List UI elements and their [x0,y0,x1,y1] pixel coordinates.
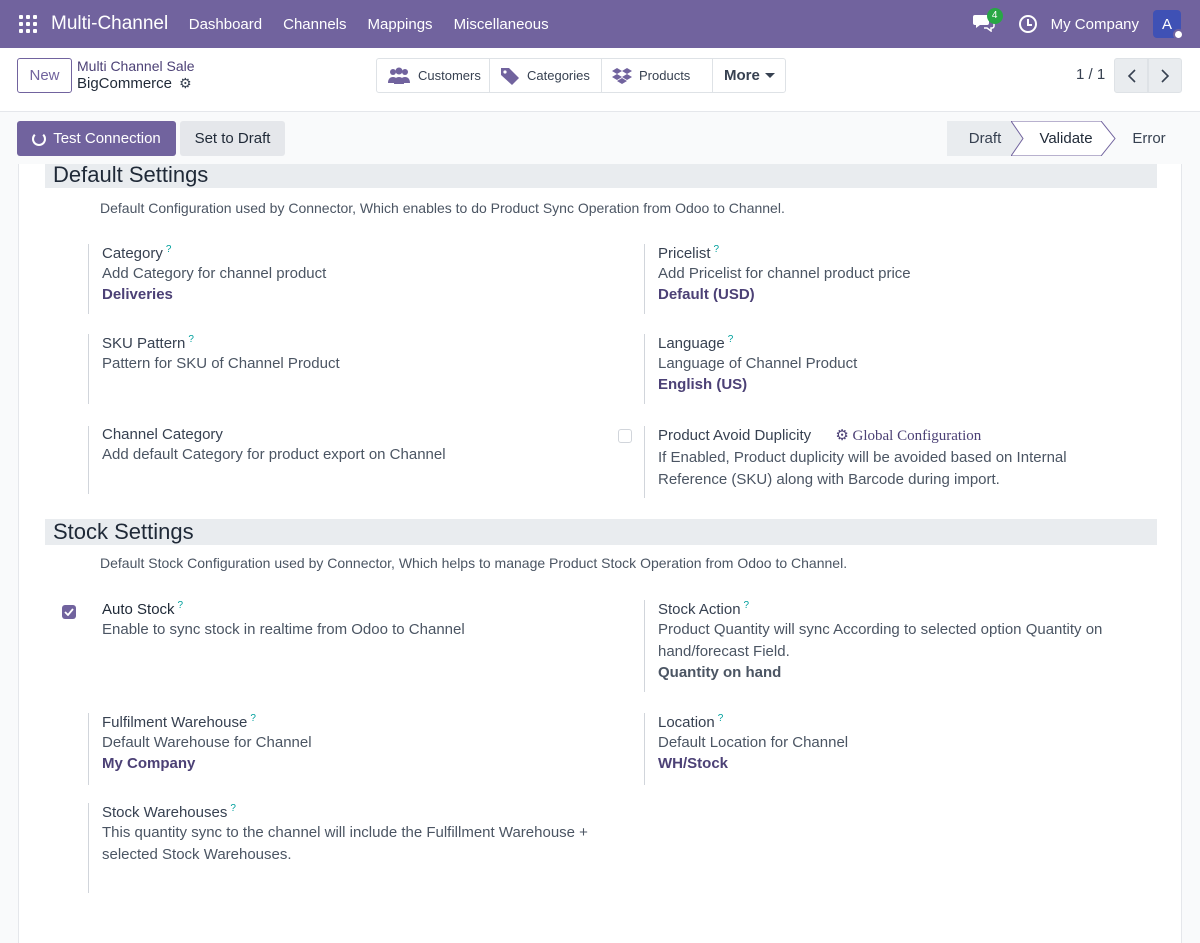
gear-icon[interactable]: ⚙ [179,75,192,92]
stock-warehouses-help: This quantity sync to the channel will i… [102,824,588,863]
avoid-duplicity-label: Product Avoid Duplicity ⚙ Global Configu… [658,427,982,444]
category-help: Add Category for channel product [102,265,327,282]
smart-buttons: Customers Categories Products More [376,58,786,93]
tag-icon [500,67,520,85]
global-configuration-link[interactable]: ⚙ Global Configuration [835,428,981,444]
pager-previous-button[interactable] [1114,58,1148,93]
customers-label: Customers [418,68,481,83]
chat-icon[interactable]: 4 [972,8,1003,36]
pricelist-label: Pricelist? [658,244,720,262]
sku-pattern-help: Pattern for SKU of Channel Product [102,355,340,372]
pricelist-field: Pricelist? Add Pricelist for channel pro… [644,244,1144,314]
top-navbar: Multi-Channel Dashboard Channels Mapping… [0,0,1200,48]
avoid-duplicity-help: If Enabled, Product duplicity will be av… [658,449,1067,488]
location-help: Default Location for Channel [658,734,849,751]
channel-category-label: Channel Category [102,426,223,443]
stock-action-value[interactable]: Quantity on hand [658,664,1144,681]
nav-miscellaneous[interactable]: Miscellaneous [443,16,559,33]
stock-action-field: Stock Action? Product Quantity will sync… [644,600,1144,692]
avatar-initial: A [1161,15,1172,33]
stock-warehouses-field: Stock Warehouses? This quantity sync to … [88,803,608,893]
test-connection-button[interactable]: Test Connection [17,121,176,156]
chevron-right-icon [1160,68,1169,83]
stock-settings-title: Stock Settings [45,519,1157,545]
nav-mappings[interactable]: Mappings [357,16,443,33]
fulfilment-warehouse-help: Default Warehouse for Channel [102,734,312,751]
channel-category-help: Add default Category for product export … [102,446,446,463]
auto-stock-help: Enable to sync stock in realtime from Od… [102,621,465,638]
refresh-icon [32,131,47,146]
stage-error[interactable]: Error [1115,121,1183,156]
checkmark-icon [64,608,74,616]
language-help: Language of Channel Product [658,355,858,372]
new-button[interactable]: New [17,58,72,93]
test-connection-label: Test Connection [53,130,161,147]
dropbox-icon [612,67,632,85]
more-dropdown[interactable]: More [713,59,785,92]
stock-action-help: Product Quantity will sync According to … [658,621,1103,660]
chat-count-badge: 4 [986,8,1003,24]
nav-right: 4 My Company A [972,0,1200,48]
users-icon [387,67,411,85]
stage-pipeline: Draft Validate Error [947,121,1183,156]
stock-settings-desc: Default Stock Configuration used by Conn… [100,555,848,571]
caret-down-icon [764,73,775,78]
stock-warehouses-label: Stock Warehouses? [102,803,236,821]
sku-pattern-label: SKU Pattern? [102,334,194,352]
stock-action-label: Stock Action? [658,600,750,618]
pager-value: 1 / 1 [1076,66,1106,83]
products-smart-button[interactable]: Products [602,59,713,92]
category-value[interactable]: Deliveries [102,286,608,303]
auto-stock-field: Auto Stock? Enable to sync stock in real… [88,600,608,670]
control-panel: New Multi Channel Sale BigCommerce ⚙ Cus… [0,48,1200,112]
app-brand[interactable]: Multi-Channel [51,13,168,35]
apps-grid-icon[interactable] [19,15,37,33]
pricelist-help: Add Pricelist for channel product price [658,265,911,282]
customers-smart-button[interactable]: Customers [377,59,490,92]
status-dot-icon [1173,29,1184,40]
set-to-draft-button[interactable]: Set to Draft [180,121,285,156]
fulfilment-warehouse-field: Fulfilment Warehouse? Default Warehouse … [88,713,608,785]
nav-channels[interactable]: Channels [273,16,357,33]
default-settings-title: Default Settings [45,164,1157,188]
record-name: BigCommerce [77,75,173,92]
location-field: Location? Default Location for Channel W… [644,713,1144,785]
products-label: Products [639,68,691,83]
auto-stock-label: Auto Stock? [102,600,184,618]
fulfilment-warehouse-label: Fulfilment Warehouse? [102,713,256,731]
location-value[interactable]: WH/Stock [658,755,1144,772]
fulfilment-warehouse-value[interactable]: My Company [102,755,608,772]
language-value[interactable]: English (US) [658,376,1144,393]
user-avatar[interactable]: A [1153,10,1184,40]
language-label: Language? [658,334,734,352]
pricelist-value[interactable]: Default (USD) [658,286,1144,303]
avoid-duplicity-checkbox[interactable] [618,429,632,443]
breadcrumb-parent[interactable]: Multi Channel Sale [77,58,195,74]
categories-label: Categories [527,68,590,83]
nav-menu: Dashboard Channels Mappings Miscellaneou… [178,16,559,33]
avoid-duplicity-field: Product Avoid Duplicity ⚙ Global Configu… [644,426,1144,498]
stage-validate[interactable]: Validate [1023,121,1109,156]
status-bar: Test Connection Set to Draft Draft Valid… [0,112,1200,164]
company-switcher[interactable]: My Company [1051,16,1139,33]
channel-category-field: Channel Category Add default Category fo… [88,426,608,494]
categories-smart-button[interactable]: Categories [490,59,602,92]
nav-dashboard[interactable]: Dashboard [178,16,272,33]
location-label: Location? [658,713,724,731]
default-settings-desc: Default Configuration used by Connector,… [100,200,785,216]
category-label: Category? [102,244,172,262]
cog-icon: ⚙ [835,428,849,444]
category-field: Category? Add Category for channel produ… [88,244,608,314]
chevron-left-icon [1127,68,1136,83]
language-field: Language? Language of Channel Product En… [644,334,1144,404]
auto-stock-checkbox[interactable] [62,605,76,619]
sku-pattern-field: SKU Pattern? Pattern for SKU of Channel … [88,334,608,404]
breadcrumb-current: BigCommerce ⚙ [77,75,192,92]
form-sheet: Default Settings Default Configuration u… [18,164,1182,943]
more-label: More [724,67,760,84]
activity-clock-icon[interactable] [1018,15,1037,33]
pager-next-button[interactable] [1148,58,1182,93]
